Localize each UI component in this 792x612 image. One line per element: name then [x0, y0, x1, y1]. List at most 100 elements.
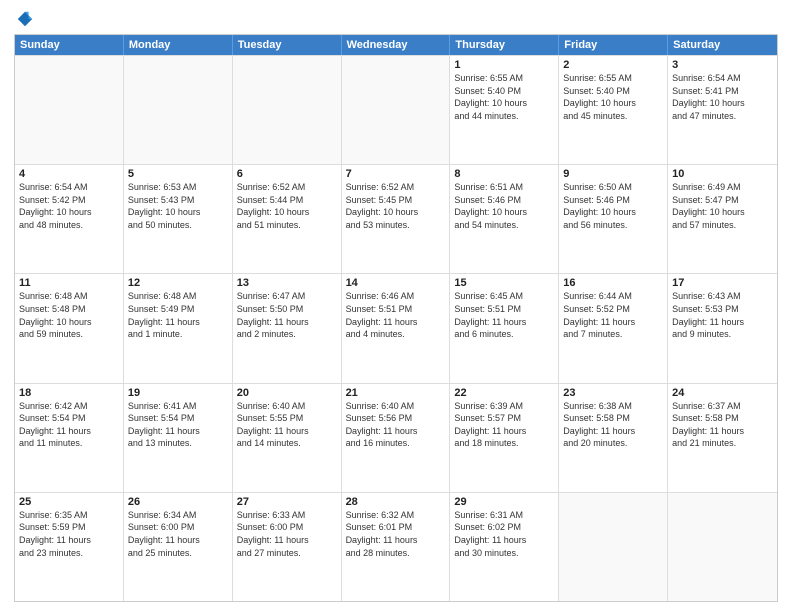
day-info: Sunrise: 6:32 AM Sunset: 6:01 PM Dayligh… [346, 509, 446, 559]
day-number: 28 [346, 496, 446, 508]
calendar-cell: 25Sunrise: 6:35 AM Sunset: 5:59 PM Dayli… [15, 493, 124, 601]
logo [14, 10, 34, 28]
header-wednesday: Wednesday [342, 35, 451, 55]
calendar-cell: 23Sunrise: 6:38 AM Sunset: 5:58 PM Dayli… [559, 384, 668, 492]
page: Sunday Monday Tuesday Wednesday Thursday… [0, 0, 792, 612]
day-number: 8 [454, 168, 554, 180]
calendar-cell [233, 56, 342, 164]
calendar-cell: 3Sunrise: 6:54 AM Sunset: 5:41 PM Daylig… [668, 56, 777, 164]
day-info: Sunrise: 6:34 AM Sunset: 6:00 PM Dayligh… [128, 509, 228, 559]
day-number: 13 [237, 277, 337, 289]
header-thursday: Thursday [450, 35, 559, 55]
day-info: Sunrise: 6:55 AM Sunset: 5:40 PM Dayligh… [563, 72, 663, 122]
day-info: Sunrise: 6:52 AM Sunset: 5:44 PM Dayligh… [237, 181, 337, 231]
day-info: Sunrise: 6:47 AM Sunset: 5:50 PM Dayligh… [237, 290, 337, 340]
calendar-cell: 7Sunrise: 6:52 AM Sunset: 5:45 PM Daylig… [342, 165, 451, 273]
calendar-header: Sunday Monday Tuesday Wednesday Thursday… [15, 35, 777, 55]
calendar-cell: 17Sunrise: 6:43 AM Sunset: 5:53 PM Dayli… [668, 274, 777, 382]
calendar-cell: 10Sunrise: 6:49 AM Sunset: 5:47 PM Dayli… [668, 165, 777, 273]
day-number: 16 [563, 277, 663, 289]
calendar-cell: 4Sunrise: 6:54 AM Sunset: 5:42 PM Daylig… [15, 165, 124, 273]
day-number: 5 [128, 168, 228, 180]
day-info: Sunrise: 6:40 AM Sunset: 5:55 PM Dayligh… [237, 400, 337, 450]
calendar-cell: 21Sunrise: 6:40 AM Sunset: 5:56 PM Dayli… [342, 384, 451, 492]
day-info: Sunrise: 6:40 AM Sunset: 5:56 PM Dayligh… [346, 400, 446, 450]
calendar-row-4: 18Sunrise: 6:42 AM Sunset: 5:54 PM Dayli… [15, 383, 777, 492]
calendar-row-3: 11Sunrise: 6:48 AM Sunset: 5:48 PM Dayli… [15, 273, 777, 382]
day-number: 18 [19, 387, 119, 399]
calendar-cell [124, 56, 233, 164]
day-info: Sunrise: 6:55 AM Sunset: 5:40 PM Dayligh… [454, 72, 554, 122]
day-number: 27 [237, 496, 337, 508]
day-number: 4 [19, 168, 119, 180]
day-info: Sunrise: 6:31 AM Sunset: 6:02 PM Dayligh… [454, 509, 554, 559]
day-info: Sunrise: 6:44 AM Sunset: 5:52 PM Dayligh… [563, 290, 663, 340]
day-number: 7 [346, 168, 446, 180]
day-info: Sunrise: 6:41 AM Sunset: 5:54 PM Dayligh… [128, 400, 228, 450]
day-number: 6 [237, 168, 337, 180]
calendar-cell: 24Sunrise: 6:37 AM Sunset: 5:58 PM Dayli… [668, 384, 777, 492]
calendar-cell: 11Sunrise: 6:48 AM Sunset: 5:48 PM Dayli… [15, 274, 124, 382]
day-number: 12 [128, 277, 228, 289]
day-number: 21 [346, 387, 446, 399]
calendar-cell: 8Sunrise: 6:51 AM Sunset: 5:46 PM Daylig… [450, 165, 559, 273]
calendar-cell: 16Sunrise: 6:44 AM Sunset: 5:52 PM Dayli… [559, 274, 668, 382]
logo-icon [16, 10, 34, 28]
day-info: Sunrise: 6:49 AM Sunset: 5:47 PM Dayligh… [672, 181, 773, 231]
header-sunday: Sunday [15, 35, 124, 55]
calendar-cell [559, 493, 668, 601]
day-number: 25 [19, 496, 119, 508]
calendar-cell: 14Sunrise: 6:46 AM Sunset: 5:51 PM Dayli… [342, 274, 451, 382]
calendar-cell [342, 56, 451, 164]
header-friday: Friday [559, 35, 668, 55]
day-number: 1 [454, 59, 554, 71]
calendar-row-1: 1Sunrise: 6:55 AM Sunset: 5:40 PM Daylig… [15, 55, 777, 164]
day-number: 23 [563, 387, 663, 399]
calendar-cell: 26Sunrise: 6:34 AM Sunset: 6:00 PM Dayli… [124, 493, 233, 601]
day-info: Sunrise: 6:50 AM Sunset: 5:46 PM Dayligh… [563, 181, 663, 231]
calendar-cell: 9Sunrise: 6:50 AM Sunset: 5:46 PM Daylig… [559, 165, 668, 273]
calendar-row-2: 4Sunrise: 6:54 AM Sunset: 5:42 PM Daylig… [15, 164, 777, 273]
calendar-cell: 13Sunrise: 6:47 AM Sunset: 5:50 PM Dayli… [233, 274, 342, 382]
calendar-cell: 29Sunrise: 6:31 AM Sunset: 6:02 PM Dayli… [450, 493, 559, 601]
calendar-cell: 20Sunrise: 6:40 AM Sunset: 5:55 PM Dayli… [233, 384, 342, 492]
day-info: Sunrise: 6:51 AM Sunset: 5:46 PM Dayligh… [454, 181, 554, 231]
day-info: Sunrise: 6:37 AM Sunset: 5:58 PM Dayligh… [672, 400, 773, 450]
calendar-cell [668, 493, 777, 601]
calendar-cell: 28Sunrise: 6:32 AM Sunset: 6:01 PM Dayli… [342, 493, 451, 601]
calendar-cell: 2Sunrise: 6:55 AM Sunset: 5:40 PM Daylig… [559, 56, 668, 164]
day-number: 26 [128, 496, 228, 508]
day-number: 19 [128, 387, 228, 399]
calendar-cell: 12Sunrise: 6:48 AM Sunset: 5:49 PM Dayli… [124, 274, 233, 382]
day-number: 22 [454, 387, 554, 399]
day-number: 9 [563, 168, 663, 180]
day-info: Sunrise: 6:45 AM Sunset: 5:51 PM Dayligh… [454, 290, 554, 340]
calendar-cell: 22Sunrise: 6:39 AM Sunset: 5:57 PM Dayli… [450, 384, 559, 492]
day-info: Sunrise: 6:48 AM Sunset: 5:48 PM Dayligh… [19, 290, 119, 340]
calendar-cell: 18Sunrise: 6:42 AM Sunset: 5:54 PM Dayli… [15, 384, 124, 492]
day-number: 29 [454, 496, 554, 508]
day-info: Sunrise: 6:38 AM Sunset: 5:58 PM Dayligh… [563, 400, 663, 450]
day-number: 24 [672, 387, 773, 399]
calendar-cell: 19Sunrise: 6:41 AM Sunset: 5:54 PM Dayli… [124, 384, 233, 492]
header-saturday: Saturday [668, 35, 777, 55]
day-info: Sunrise: 6:54 AM Sunset: 5:41 PM Dayligh… [672, 72, 773, 122]
day-info: Sunrise: 6:35 AM Sunset: 5:59 PM Dayligh… [19, 509, 119, 559]
day-info: Sunrise: 6:46 AM Sunset: 5:51 PM Dayligh… [346, 290, 446, 340]
calendar-cell: 6Sunrise: 6:52 AM Sunset: 5:44 PM Daylig… [233, 165, 342, 273]
day-number: 3 [672, 59, 773, 71]
day-info: Sunrise: 6:42 AM Sunset: 5:54 PM Dayligh… [19, 400, 119, 450]
header-tuesday: Tuesday [233, 35, 342, 55]
calendar-cell: 1Sunrise: 6:55 AM Sunset: 5:40 PM Daylig… [450, 56, 559, 164]
day-info: Sunrise: 6:33 AM Sunset: 6:00 PM Dayligh… [237, 509, 337, 559]
day-number: 11 [19, 277, 119, 289]
header [14, 10, 778, 28]
day-number: 15 [454, 277, 554, 289]
calendar-body: 1Sunrise: 6:55 AM Sunset: 5:40 PM Daylig… [15, 55, 777, 601]
day-info: Sunrise: 6:43 AM Sunset: 5:53 PM Dayligh… [672, 290, 773, 340]
day-info: Sunrise: 6:39 AM Sunset: 5:57 PM Dayligh… [454, 400, 554, 450]
day-info: Sunrise: 6:52 AM Sunset: 5:45 PM Dayligh… [346, 181, 446, 231]
calendar-cell: 15Sunrise: 6:45 AM Sunset: 5:51 PM Dayli… [450, 274, 559, 382]
day-number: 10 [672, 168, 773, 180]
day-number: 17 [672, 277, 773, 289]
